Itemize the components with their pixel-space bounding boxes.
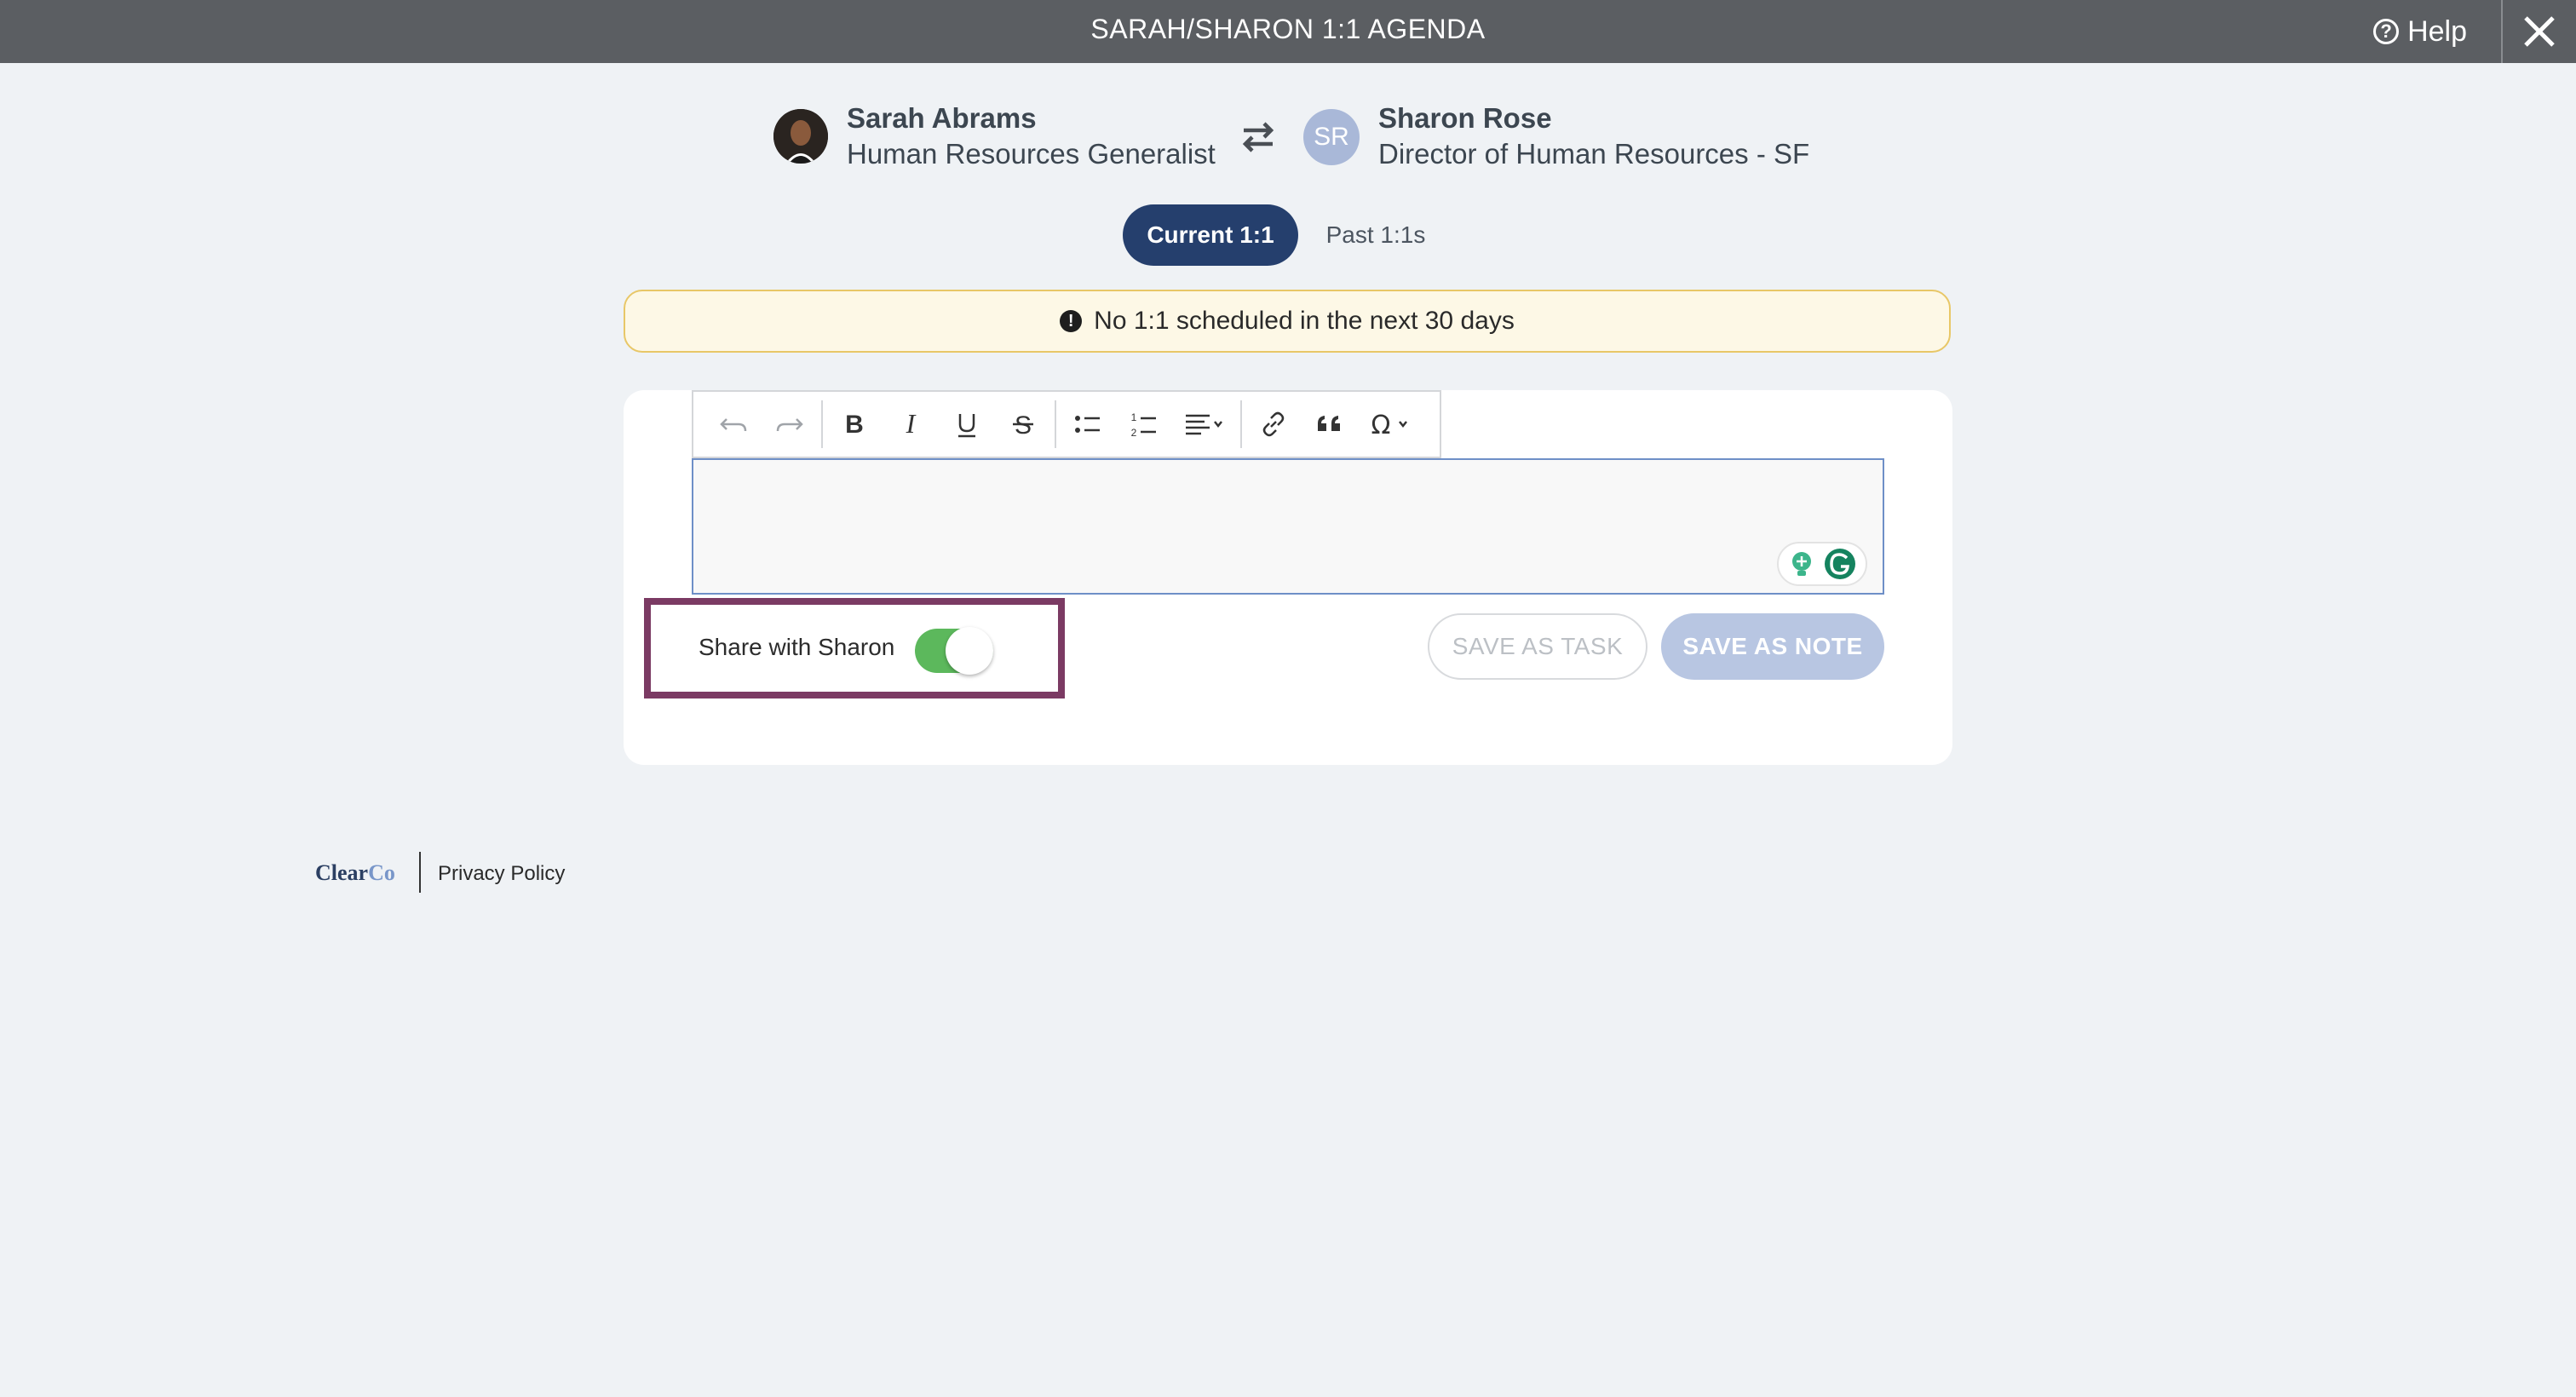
save-as-task-button[interactable]: SAVE AS TASK — [1428, 613, 1647, 680]
footer-divider — [419, 852, 421, 893]
note-editor[interactable] — [692, 458, 1884, 595]
align-dropdown[interactable] — [1172, 396, 1237, 452]
title-bar: SARAH/SHARON 1:1 AGENDA ? Help — [0, 0, 2576, 63]
strikethrough-icon: S — [1013, 411, 1033, 440]
lightbulb-icon[interactable] — [1787, 549, 1816, 578]
privacy-policy-link[interactable]: Privacy Policy — [438, 862, 565, 886]
schedule-alert: ! No 1:1 scheduled in the next 30 days — [624, 290, 1951, 353]
bulleted-list-icon — [1075, 416, 1100, 433]
undo-icon — [720, 418, 747, 432]
help-label: Help — [2407, 14, 2467, 48]
save-as-note-button[interactable]: SAVE AS NOTE — [1661, 613, 1884, 680]
grammarly-icon[interactable] — [1823, 547, 1857, 581]
question-icon: ? — [2373, 19, 2400, 44]
redo-button[interactable] — [762, 396, 818, 452]
svg-text:2: 2 — [1131, 427, 1137, 439]
avatar — [773, 109, 828, 164]
exclamation-icon: ! — [1060, 310, 1083, 332]
tab-past[interactable]: Past 1:1s — [1320, 204, 1431, 266]
close-button[interactable] — [2503, 0, 2576, 63]
blockquote-button[interactable] — [1302, 396, 1358, 452]
left-participant-role: Human Resources Generalist — [847, 138, 1216, 170]
toolbar-separator — [1055, 400, 1056, 448]
align-icon — [1186, 414, 1222, 435]
blockquote-icon — [1318, 416, 1340, 431]
svg-text:I: I — [906, 409, 917, 439]
special-characters-dropdown[interactable]: Ω — [1358, 396, 1423, 452]
window-title: SARAH/SHARON 1:1 AGENDA — [1090, 14, 1486, 44]
strikethrough-button[interactable]: S — [995, 396, 1051, 452]
alert-text: No 1:1 scheduled in the next 30 days — [1094, 307, 1515, 335]
share-label: Share with Sharon — [699, 634, 895, 660]
logo-accent: Co — [368, 860, 395, 885]
right-participant-name: Sharon Rose — [1378, 102, 1552, 134]
tab-current[interactable]: Current 1:1 — [1123, 204, 1298, 266]
logo-main: Clear — [315, 860, 369, 885]
participants-header: Sarah Abrams Human Resources Generalist … — [0, 102, 2576, 175]
share-toggle-highlight: Share with Sharon — [644, 598, 1065, 698]
special-characters-icon: Ω — [1371, 411, 1407, 440]
numbered-list-button[interactable]: 12 — [1116, 396, 1172, 452]
clearco-logo: ClearCo — [315, 860, 395, 886]
svg-text:B: B — [845, 411, 864, 439]
editor-toolbar: B I S 12 Ω — [692, 390, 1441, 458]
left-participant-name: Sarah Abrams — [847, 102, 1037, 134]
swap-arrows-icon — [1242, 122, 1274, 152]
link-icon — [1262, 411, 1285, 437]
toolbar-separator — [1240, 400, 1242, 448]
svg-text:1: 1 — [1131, 411, 1137, 423]
share-toggle[interactable] — [915, 627, 993, 675]
toolbar-separator — [821, 400, 823, 448]
underline-button[interactable] — [939, 396, 995, 452]
svg-text:S: S — [1015, 411, 1032, 440]
svg-text:Ω: Ω — [1371, 411, 1391, 440]
right-participant-role: Director of Human Resources - SF — [1378, 138, 1810, 170]
undo-button[interactable] — [705, 396, 762, 452]
numbered-list-icon: 12 — [1131, 411, 1156, 439]
link-button[interactable] — [1245, 396, 1302, 452]
close-icon — [2524, 16, 2555, 47]
help-button[interactable]: ? Help — [2373, 0, 2467, 63]
italic-button[interactable]: I — [883, 396, 939, 452]
initials-avatar: SR — [1303, 109, 1360, 165]
italic-icon: I — [906, 409, 917, 439]
grammarly-widget[interactable] — [1777, 542, 1867, 586]
bold-icon: B — [845, 411, 864, 439]
toggle-knob — [946, 627, 993, 675]
bold-button[interactable]: B — [826, 396, 883, 452]
bulleted-list-button[interactable] — [1060, 396, 1116, 452]
underline-icon — [958, 414, 975, 438]
redo-icon — [776, 418, 803, 432]
